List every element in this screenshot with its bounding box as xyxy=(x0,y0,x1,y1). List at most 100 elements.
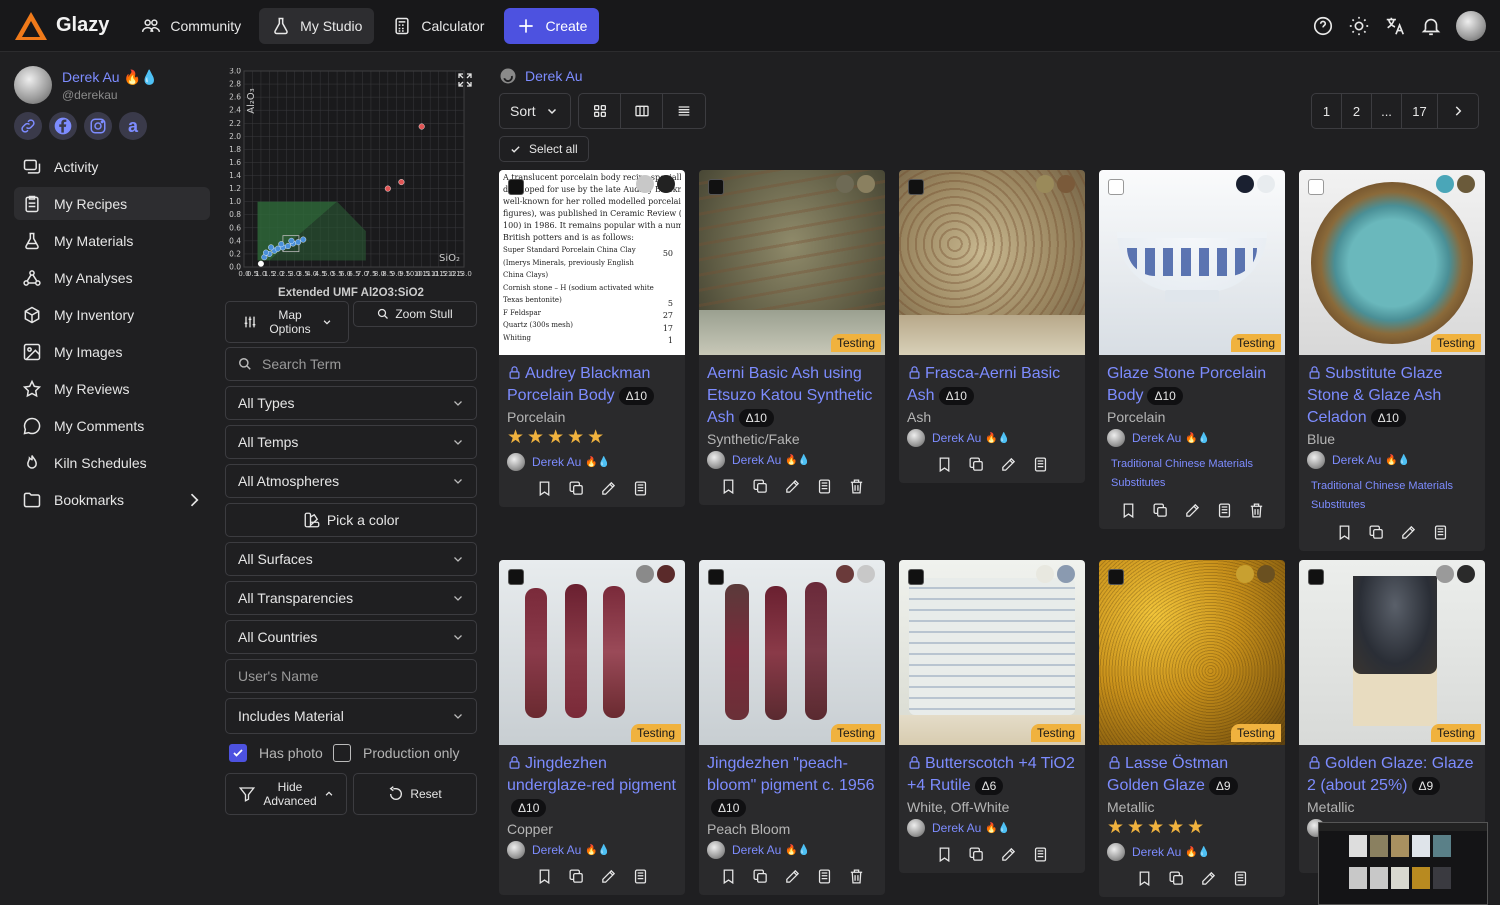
trash-icon[interactable] xyxy=(1248,502,1265,519)
recipe-title[interactable]: Aerni Basic Ash using Etsuzo Katou Synth… xyxy=(707,363,877,429)
select-checkbox[interactable] xyxy=(708,179,724,195)
recipe-author[interactable]: Derek Au🔥💧 xyxy=(1107,429,1277,447)
recipe-calculator-icon[interactable] xyxy=(816,868,833,885)
bookmark-icon[interactable] xyxy=(1136,870,1153,887)
recipe-image[interactable]: Testing xyxy=(899,560,1085,745)
reset-button[interactable]: Reset xyxy=(353,773,477,815)
map-options-button[interactable]: Map Options xyxy=(225,301,349,343)
recipe-calculator-icon[interactable] xyxy=(1232,870,1249,887)
recipe-author[interactable]: Derek Au🔥💧 xyxy=(1107,843,1277,861)
sidebar-item-my-inventory[interactable]: My Inventory xyxy=(14,298,210,331)
recipe-title[interactable]: Substitute Glaze Stone & Glaze Ash Celad… xyxy=(1307,363,1477,429)
umf-chart[interactable]: 0.00.20.40.60.81.01.21.41.61.82.02.22.42… xyxy=(225,68,478,298)
sidebar-item-my-recipes[interactable]: My Recipes xyxy=(14,187,210,220)
chevron-right-icon[interactable] xyxy=(184,490,204,510)
recipe-author[interactable]: Derek Au🔥💧 xyxy=(707,451,877,469)
sidebar-item-activity[interactable]: Activity xyxy=(14,150,210,183)
page-17[interactable]: 17 xyxy=(1402,94,1438,128)
nav-calculator[interactable]: Calculator xyxy=(380,8,496,44)
copy-icon[interactable] xyxy=(1152,502,1169,519)
nav-my-studio[interactable]: My Studio xyxy=(259,7,375,44)
atmospheres-select[interactable]: All Atmospheres xyxy=(225,464,477,498)
recipe-image[interactable]: Testing xyxy=(1299,560,1485,745)
trash-icon[interactable] xyxy=(848,868,865,885)
recipe-author[interactable]: Derek Au🔥💧 xyxy=(1307,451,1477,469)
recipe-card[interactable]: Testing Jingdezhen underglaze-red pigment… xyxy=(499,560,685,895)
copy-icon[interactable] xyxy=(752,478,769,495)
recipe-card[interactable]: Testing Butterscotch +4 TiO2 +4 Rutile Δ6 W… xyxy=(899,560,1085,873)
bookmark-icon[interactable] xyxy=(536,868,553,885)
recipe-card[interactable]: Testing Substitute Glaze Stone & Glaze As… xyxy=(1299,170,1485,551)
copy-icon[interactable] xyxy=(752,868,769,885)
bookmark-icon[interactable] xyxy=(536,480,553,497)
sidebar-item-my-comments[interactable]: My Comments xyxy=(14,409,210,442)
recipe-image[interactable]: Testing xyxy=(699,170,885,355)
pick-color-button[interactable]: Pick a color xyxy=(225,503,477,537)
recipe-calculator-icon[interactable] xyxy=(632,868,649,885)
recipe-title[interactable]: Jingdezhen "peach-bloom" pigment c. 1956… xyxy=(707,753,877,819)
recipe-card[interactable]: Testing Jingdezhen "peach-bloom" pigment … xyxy=(699,560,885,895)
sort-dropdown[interactable]: Sort xyxy=(499,93,571,129)
sidebar-item-kiln-schedules[interactable]: Kiln Schedules xyxy=(14,446,210,479)
transparencies-select[interactable]: All Transparencies xyxy=(225,581,477,615)
recipe-calculator-icon[interactable] xyxy=(816,478,833,495)
sidebar-item-my-materials[interactable]: My Materials xyxy=(14,224,210,257)
select-checkbox[interactable] xyxy=(508,179,524,195)
zoom-stull-button[interactable]: Zoom Stull xyxy=(353,301,477,327)
recipe-card[interactable]: Testing Aerni Basic Ash using Etsuzo Kato… xyxy=(699,170,885,505)
recipe-title[interactable]: Jingdezhen underglaze-red pigmentΔ10 xyxy=(507,753,677,819)
recipe-title[interactable]: Lasse Östman Golden Glaze Δ9 xyxy=(1107,753,1277,797)
recipe-calculator-icon[interactable] xyxy=(1032,456,1049,473)
bookmark-icon[interactable] xyxy=(720,478,737,495)
collection-tag[interactable]: Traditional Chinese Materials Substitute… xyxy=(1107,455,1277,493)
recipe-author[interactable]: Derek Au🔥💧 xyxy=(707,841,877,859)
recipe-image[interactable]: Testing xyxy=(699,560,885,745)
search-input[interactable]: Search Term xyxy=(225,347,477,381)
recipe-author[interactable]: Derek Au🔥💧 xyxy=(907,819,1077,837)
recipe-title[interactable]: Audrey Blackman Porcelain Body Δ10 xyxy=(507,363,677,407)
recipe-author[interactable]: Derek Au🔥💧 xyxy=(907,429,1077,447)
theme-sun-icon[interactable] xyxy=(1348,15,1370,37)
select-checkbox[interactable] xyxy=(1308,569,1324,585)
recipe-title[interactable]: Butterscotch +4 TiO2 +4 Rutile Δ6 xyxy=(907,753,1077,797)
select-checkbox[interactable] xyxy=(908,569,924,585)
bookmark-icon[interactable] xyxy=(1120,502,1137,519)
edit-icon[interactable] xyxy=(784,478,801,495)
columns-view-button[interactable] xyxy=(621,94,663,128)
edit-icon[interactable] xyxy=(600,480,617,497)
types-select[interactable]: All Types xyxy=(225,386,477,420)
copy-icon[interactable] xyxy=(568,868,585,885)
countries-select[interactable]: All Countries xyxy=(225,620,477,654)
bookmark-icon[interactable] xyxy=(720,868,737,885)
amazon-icon[interactable]: a xyxy=(119,112,147,140)
select-checkbox[interactable] xyxy=(908,179,924,195)
recipe-image[interactable]: Testing xyxy=(1099,560,1285,745)
next-page-button[interactable] xyxy=(1438,94,1478,128)
owner-line[interactable]: Derek Au xyxy=(499,67,583,85)
page-1[interactable]: 1 xyxy=(1312,94,1342,128)
select-checkbox[interactable] xyxy=(1108,179,1124,195)
copy-icon[interactable] xyxy=(968,456,985,473)
recipe-image[interactable]: Testing xyxy=(1299,170,1485,355)
recipe-calculator-icon[interactable] xyxy=(632,480,649,497)
select-checkbox[interactable] xyxy=(1108,569,1124,585)
edit-icon[interactable] xyxy=(1000,846,1017,863)
edit-icon[interactable] xyxy=(600,868,617,885)
list-view-button[interactable] xyxy=(663,94,705,128)
recipe-calculator-icon[interactable] xyxy=(1216,502,1233,519)
translate-icon[interactable] xyxy=(1384,15,1406,37)
recipe-image[interactable] xyxy=(899,170,1085,355)
user-avatar[interactable] xyxy=(1456,11,1486,41)
link-icon[interactable] xyxy=(14,112,42,140)
recipe-title[interactable]: Golden Glaze: Glaze 2 (about 25%) Δ9 xyxy=(1307,753,1477,797)
temps-select[interactable]: All Temps xyxy=(225,425,477,459)
collection-tag[interactable]: Traditional Chinese Materials Substitute… xyxy=(1307,477,1477,515)
profile[interactable]: Derek Au 🔥💧 @derekau xyxy=(14,66,158,104)
recipe-title[interactable]: Glaze Stone Porcelain Body Δ10 xyxy=(1107,363,1277,407)
users-name-input[interactable]: User's Name xyxy=(225,659,477,693)
edit-icon[interactable] xyxy=(1184,502,1201,519)
edit-icon[interactable] xyxy=(1400,524,1417,541)
sidebar-item-my-analyses[interactable]: My Analyses xyxy=(14,261,210,294)
edit-icon[interactable] xyxy=(1000,456,1017,473)
surfaces-select[interactable]: All Surfaces xyxy=(225,542,477,576)
